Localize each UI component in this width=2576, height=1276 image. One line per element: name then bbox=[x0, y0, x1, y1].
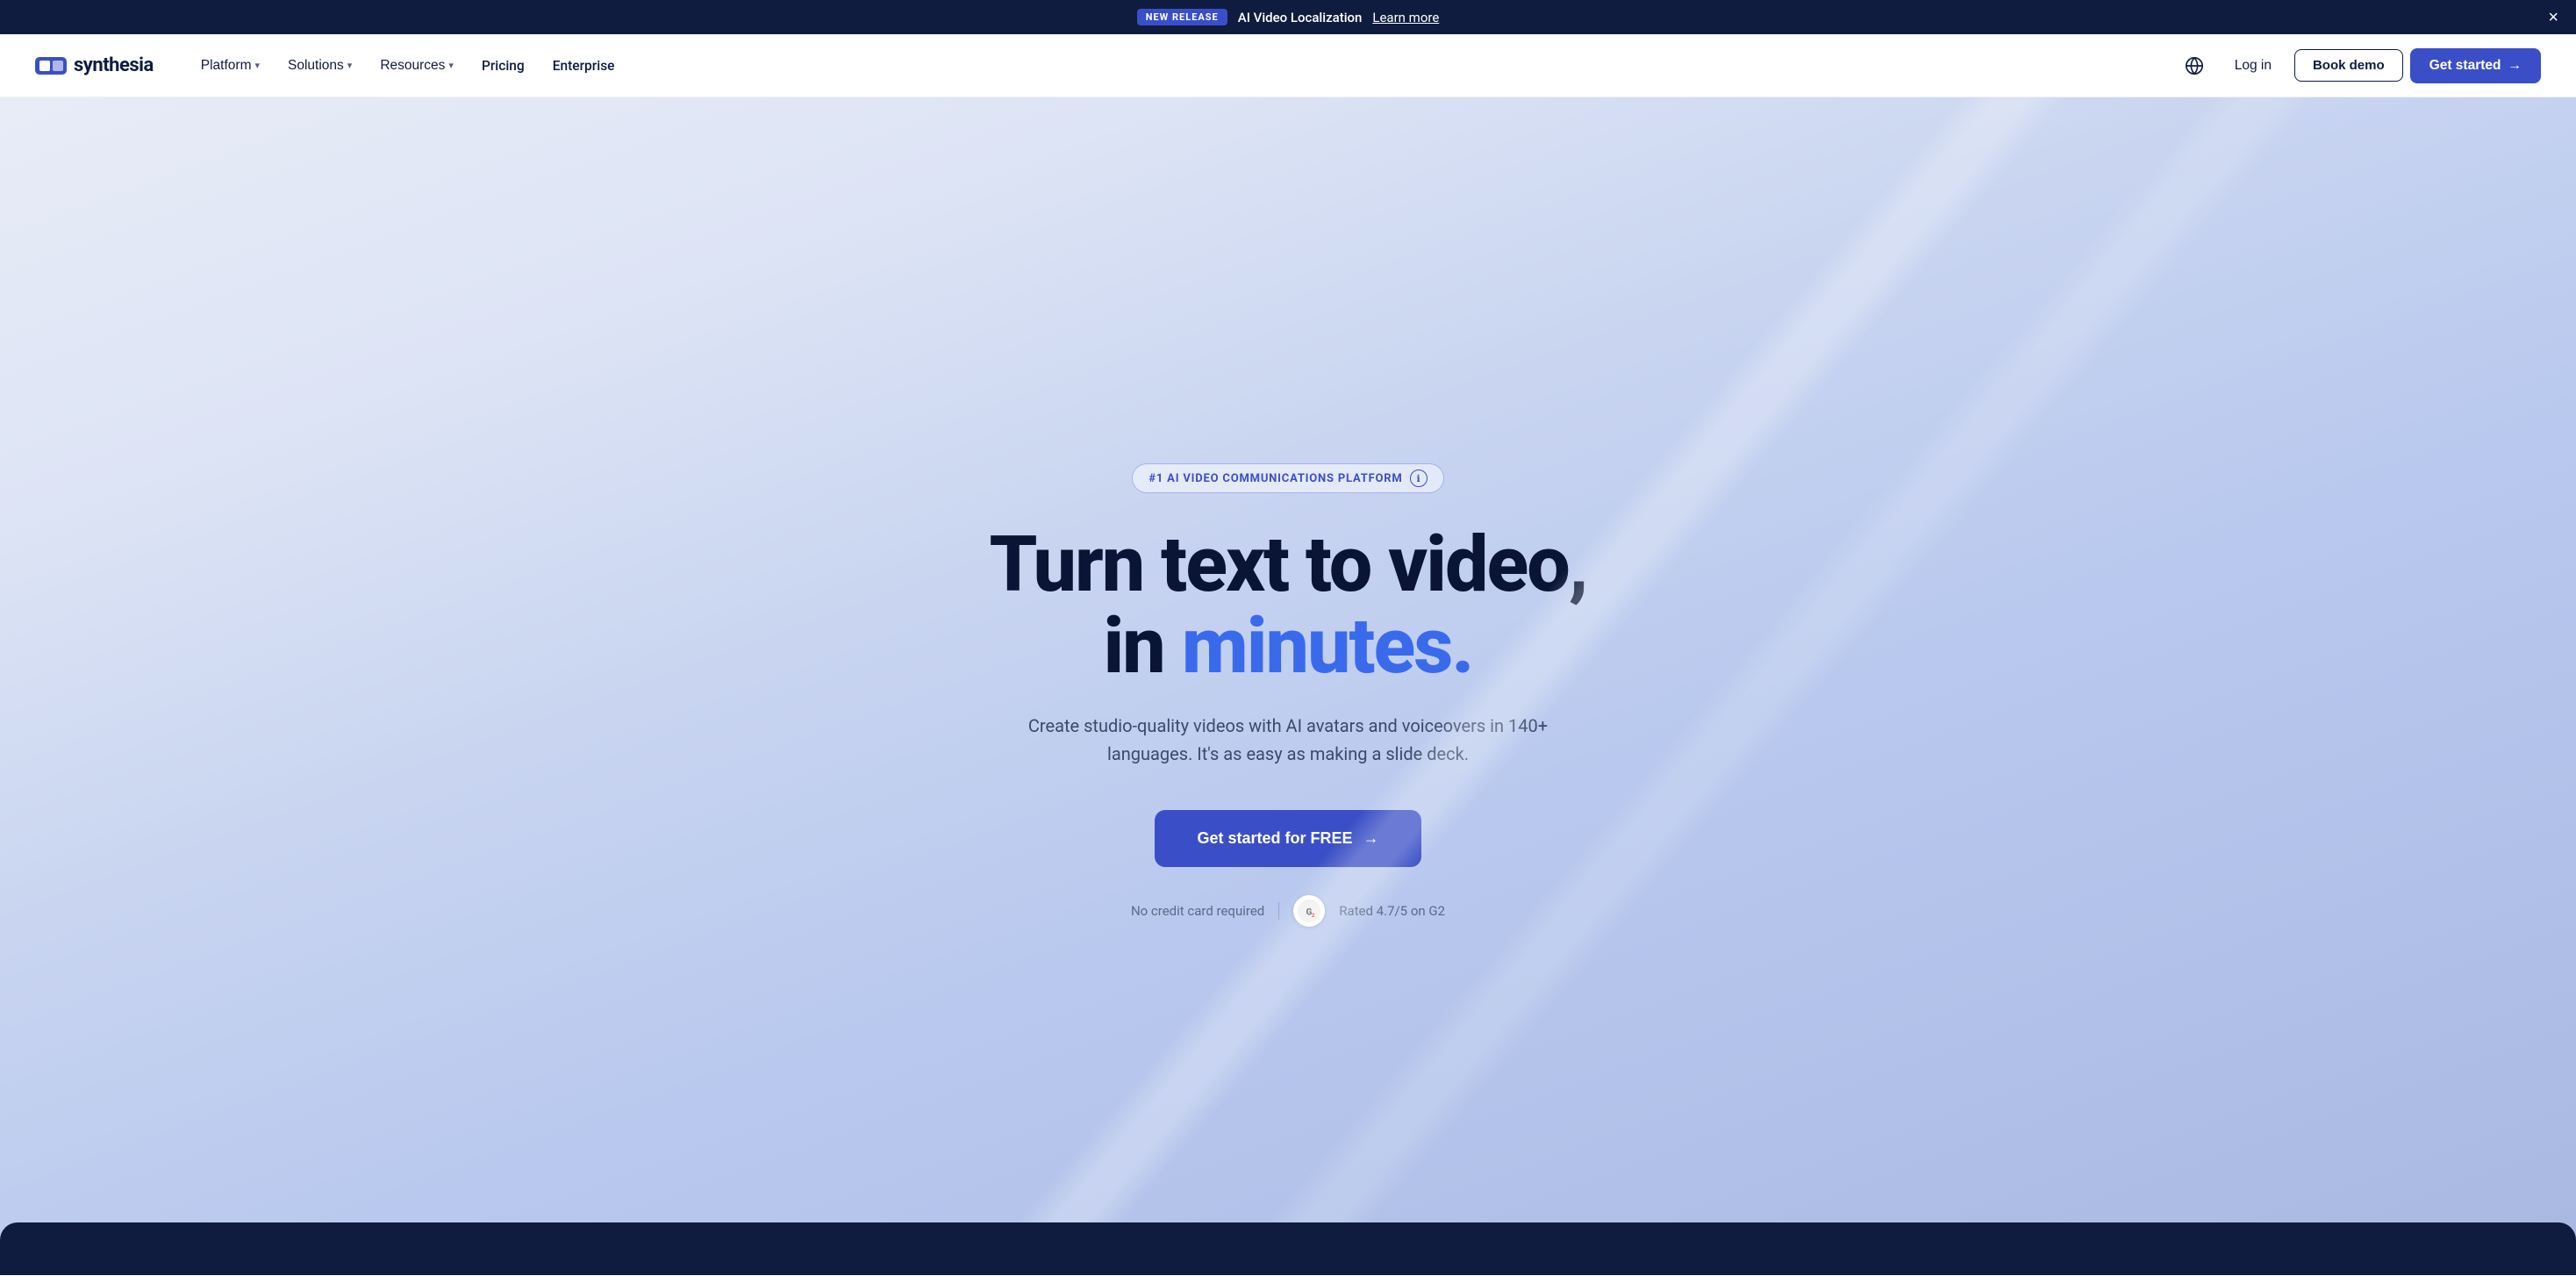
g2-badge: G 2 bbox=[1293, 895, 1325, 927]
g2-rating-text: Rated 4.7/5 on G2 bbox=[1339, 903, 1445, 919]
learn-more-link[interactable]: Learn more bbox=[1372, 10, 1439, 25]
book-demo-button[interactable]: Book demo bbox=[2294, 49, 2403, 82]
navigation: synthesia Platform ▾ Solutions ▾ Resourc… bbox=[0, 34, 2576, 97]
nav-platform[interactable]: Platform ▾ bbox=[189, 51, 272, 81]
nav-pricing[interactable]: Pricing bbox=[469, 51, 537, 81]
nav-links: Platform ▾ Solutions ▾ Resources ▾ Prici… bbox=[189, 51, 2177, 81]
nav-resources[interactable]: Resources ▾ bbox=[368, 51, 466, 81]
hero-title-highlight: minutes. bbox=[1182, 601, 1473, 692]
banner-text: AI Video Localization bbox=[1238, 10, 1363, 25]
language-selector-button[interactable] bbox=[2177, 48, 2212, 83]
no-credit-card-text: No credit card required bbox=[1131, 903, 1264, 919]
nav-right: Log in Book demo Get started → bbox=[2177, 48, 2541, 83]
divider bbox=[1278, 902, 1279, 920]
hero-badge: #1 AI VIDEO COMMUNICATIONS PLATFORM ℹ bbox=[1132, 463, 1443, 493]
close-banner-button[interactable]: × bbox=[2548, 9, 2558, 26]
arrow-icon: → bbox=[2508, 58, 2522, 74]
hero-cta-button[interactable]: Get started for FREE → bbox=[1155, 810, 1420, 867]
nav-enterprise[interactable]: Enterprise bbox=[540, 51, 627, 81]
logo-text: synthesia bbox=[74, 54, 154, 76]
svg-text:2: 2 bbox=[1312, 912, 1315, 919]
badge-text: #1 AI VIDEO COMMUNICATIONS PLATFORM bbox=[1148, 472, 1402, 485]
chevron-down-icon: ▾ bbox=[254, 60, 260, 71]
hero-title: Turn text to video, in minutes. bbox=[989, 525, 1586, 687]
globe-icon bbox=[2185, 56, 2204, 75]
hero-section: #1 AI VIDEO COMMUNICATIONS PLATFORM ℹ Tu… bbox=[0, 97, 2576, 1275]
chevron-down-icon: ▾ bbox=[347, 60, 353, 71]
hero-subtitle: Create studio-quality videos with AI ava… bbox=[1007, 712, 1569, 768]
synthesia-logo-icon bbox=[35, 54, 67, 78]
logo-link[interactable]: synthesia bbox=[35, 54, 154, 78]
g2-icon: G 2 bbox=[1298, 900, 1320, 922]
social-proof: No credit card required G 2 Rated 4.7/5 … bbox=[1131, 895, 1445, 927]
announcement-banner: NEW RELEASE AI Video Localization Learn … bbox=[0, 0, 2576, 34]
chevron-down-icon: ▾ bbox=[448, 60, 454, 71]
login-button[interactable]: Log in bbox=[2219, 51, 2287, 81]
get-started-nav-button[interactable]: Get started → bbox=[2410, 48, 2541, 83]
new-release-badge: NEW RELEASE bbox=[1137, 9, 1227, 25]
dark-bottom-section bbox=[0, 1222, 2576, 1275]
info-icon: ℹ bbox=[1410, 470, 1428, 487]
arrow-icon: → bbox=[1363, 829, 1379, 848]
nav-solutions[interactable]: Solutions ▾ bbox=[275, 51, 364, 81]
